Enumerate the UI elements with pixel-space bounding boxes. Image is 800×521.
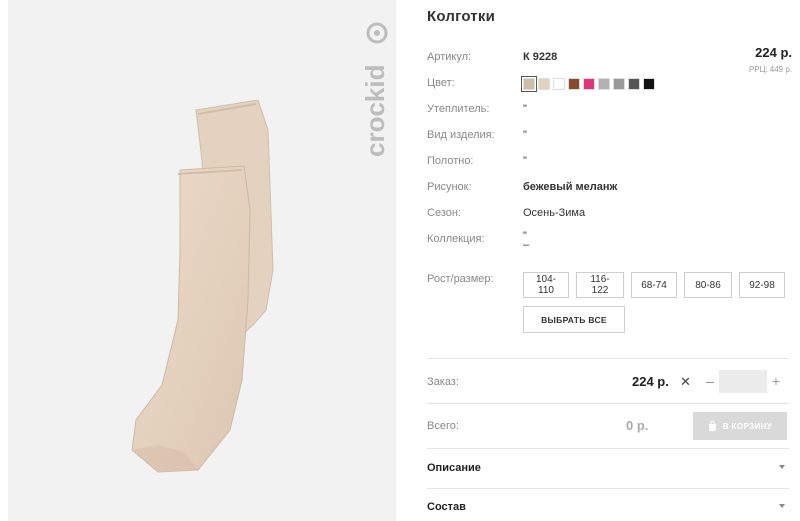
add-to-cart-label: В КОРЗИНУ (722, 421, 773, 431)
collection-value-dash: – (523, 239, 530, 251)
color-label: Цвет: (427, 77, 455, 89)
brand-logo: crockid (360, 22, 390, 158)
price-value: 224 р. (755, 45, 792, 60)
color-swatch[interactable] (583, 78, 595, 90)
size-option[interactable]: 116-122 (576, 272, 624, 298)
fabric-value: " (523, 155, 527, 167)
type-label: Вид изделия: (427, 129, 495, 141)
size-option[interactable]: 104-110 (523, 272, 569, 298)
composition-accordion[interactable]: Состав (427, 501, 789, 521)
rrp-label: РРЦ: (748, 65, 768, 74)
pattern-label: Рисунок: (427, 181, 472, 193)
total-label: Всего: (427, 420, 459, 432)
product-info: Колготки Артикул: К 9228 224 р. РРЦ: 449 … (427, 0, 792, 521)
rrp: РРЦ: 449 р. (747, 65, 792, 74)
description-title: Описание (427, 462, 481, 474)
article-label: Артикул: (427, 51, 472, 63)
season-label: Сезон: (427, 207, 461, 219)
times-icon: ✕ (680, 374, 691, 389)
total-value: 0 р. (626, 418, 649, 433)
quantity-input[interactable] (719, 370, 767, 393)
pattern-value: бежевый меланж (523, 181, 618, 193)
size-option[interactable]: 68-74 (631, 272, 677, 298)
color-swatches (521, 76, 655, 92)
article-value: К 9228 (523, 51, 558, 63)
chevron-down-icon (779, 465, 785, 469)
order-price: 224 р. (632, 374, 669, 389)
season-value: Осень-Зима (523, 207, 586, 219)
chevron-down-icon (779, 504, 785, 508)
divider (427, 448, 789, 449)
size-options: 104-110 116-122 68-74 80-86 92-98 (523, 272, 785, 298)
type-value: " (523, 129, 527, 141)
product-image-panel: crockid (8, 0, 396, 521)
divider (427, 358, 789, 359)
size-label: Рост/размер: (427, 273, 494, 285)
color-swatch[interactable] (628, 78, 640, 90)
quantity-increase-button[interactable]: + (770, 373, 782, 389)
insulation-label: Утеплитель: (427, 103, 490, 115)
composition-title: Состав (427, 501, 466, 513)
brand-logo-text: crockid (364, 65, 390, 158)
tights-image (131, 100, 274, 473)
rrp-value: 449 р. (769, 65, 792, 74)
divider (427, 488, 789, 489)
color-swatch[interactable] (598, 78, 610, 90)
collection-label: Коллекция: (427, 233, 485, 245)
quantity-decrease-button[interactable]: – (704, 373, 716, 389)
order-label: Заказ: (427, 376, 459, 388)
color-swatch[interactable] (521, 76, 537, 92)
insulation-value: " (523, 103, 527, 115)
size-option[interactable]: 80-86 (684, 272, 732, 298)
smile-circle-icon: crockid (360, 22, 390, 158)
color-swatch[interactable] (553, 78, 565, 90)
product-title: Колготки (427, 8, 495, 25)
color-swatch[interactable] (643, 78, 655, 90)
fabric-label: Полотно: (427, 155, 474, 167)
color-swatch[interactable] (568, 78, 580, 90)
add-to-cart-button[interactable]: В КОРЗИНУ (693, 412, 787, 440)
select-all-button[interactable]: ВЫБРАТЬ ВСЕ (523, 306, 625, 333)
description-accordion[interactable]: Описание (427, 462, 789, 482)
color-swatch[interactable] (613, 78, 625, 90)
shopping-bag-icon (708, 421, 716, 431)
size-option[interactable]: 92-98 (739, 272, 785, 298)
color-swatch[interactable] (538, 78, 550, 90)
divider (427, 403, 789, 404)
